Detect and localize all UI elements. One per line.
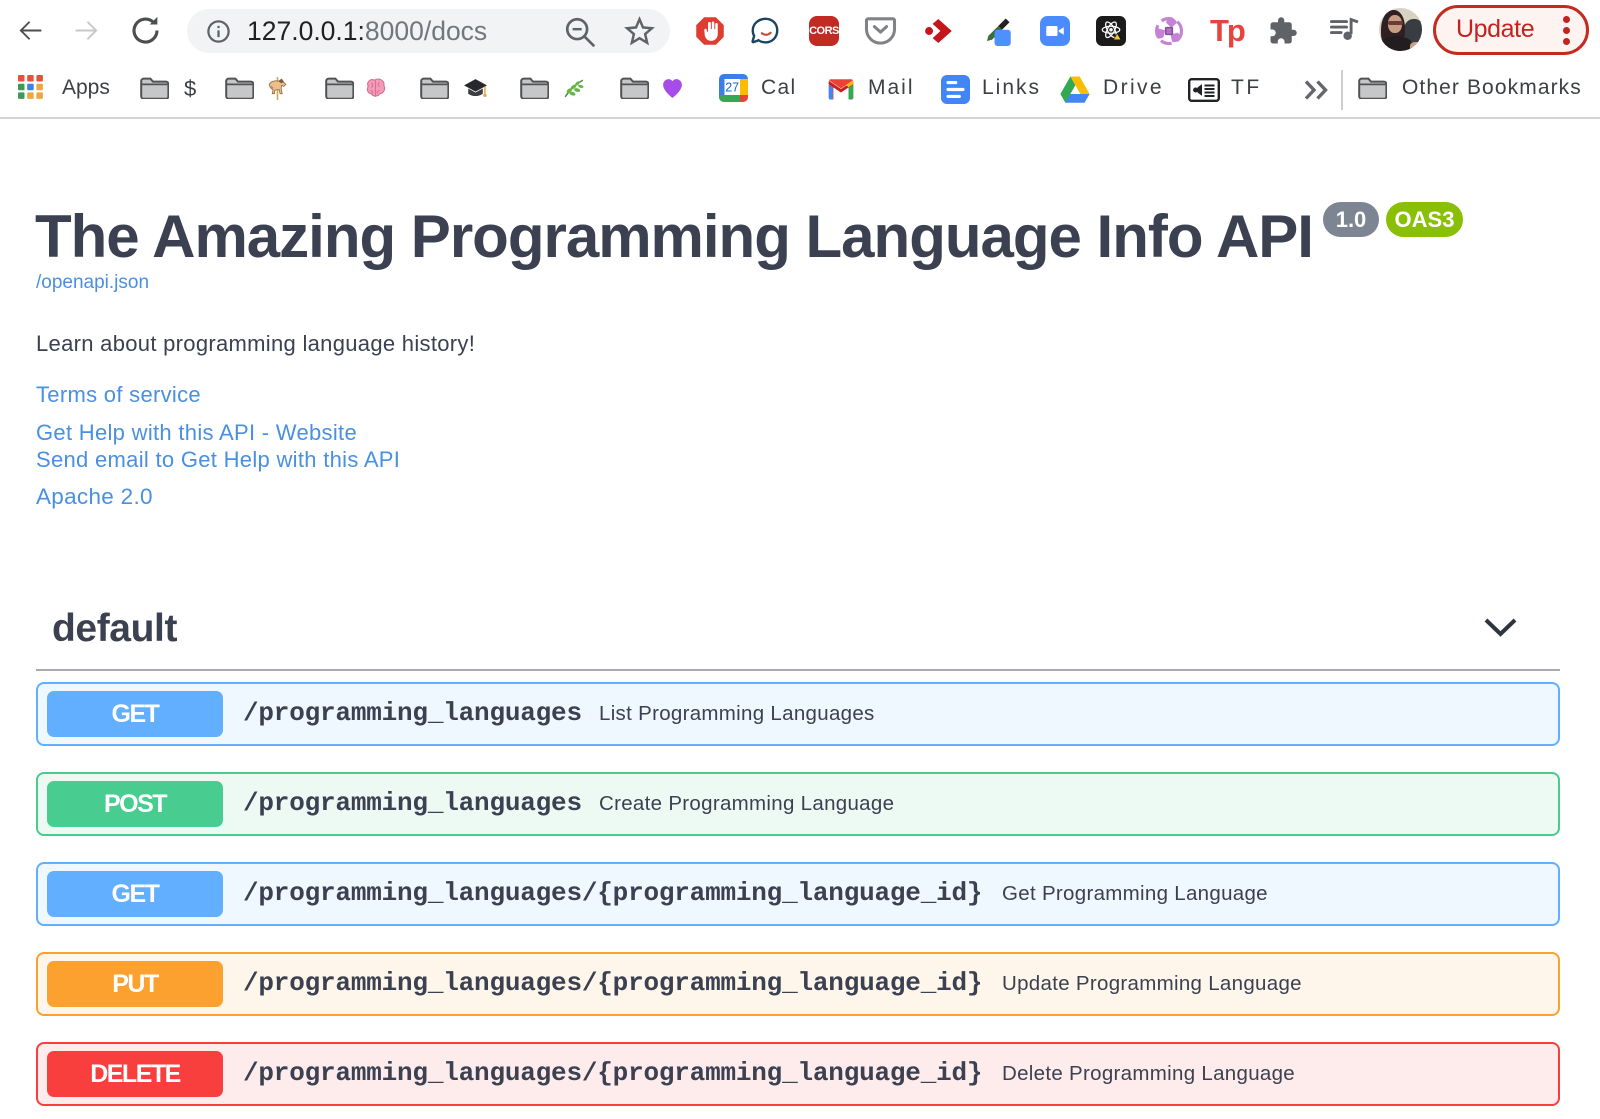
svg-text:27: 27: [725, 81, 739, 95]
